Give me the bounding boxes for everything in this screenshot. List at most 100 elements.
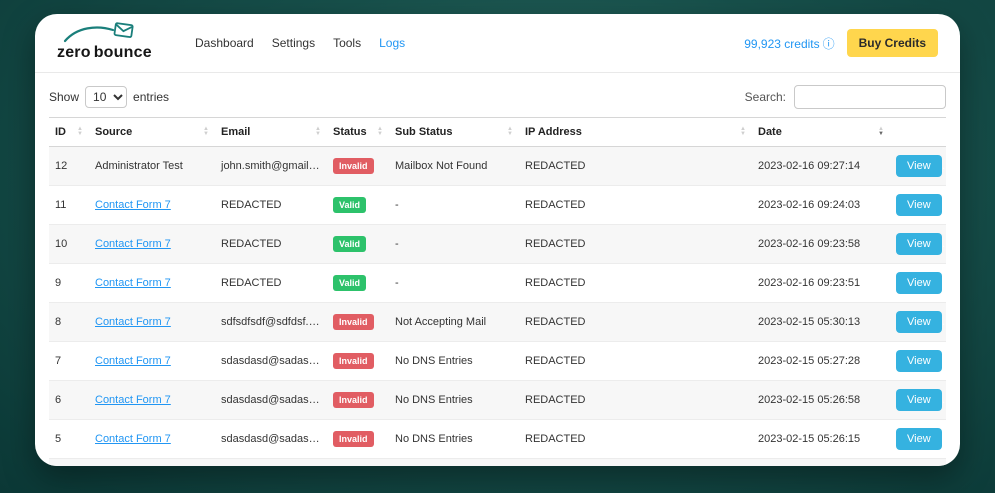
view-button[interactable]: View bbox=[896, 311, 942, 333]
cell-date: 2023-02-15 05:27:28 bbox=[752, 341, 890, 381]
column-label-date: Date bbox=[758, 126, 782, 138]
view-button[interactable]: View bbox=[896, 428, 942, 450]
table-row: 7 Contact Form 7 sdasdasd@sadasdasd.com Inv… bbox=[49, 341, 946, 381]
nav-item-dashboard[interactable]: Dashboard bbox=[195, 36, 254, 50]
cell-id: 8 bbox=[49, 302, 89, 342]
cell-date: 2023-02-15 05:26:58 bbox=[752, 380, 890, 420]
cell-status: Invalid bbox=[327, 146, 389, 186]
source-link[interactable]: Contact Form 7 bbox=[95, 277, 171, 289]
table-header-row: ID Source Email Status Sub Status IP Address D… bbox=[49, 117, 946, 147]
cell-source: Contact Form 7 bbox=[89, 185, 215, 225]
page-size-select[interactable]: 10 bbox=[85, 86, 128, 108]
view-button[interactable]: View bbox=[896, 272, 942, 294]
cell-source: Contact Form 7 bbox=[89, 263, 215, 303]
status-badge: Valid bbox=[333, 275, 367, 291]
cell-email: REDACTED bbox=[215, 263, 327, 303]
cell-date: 2023-02-16 09:24:03 bbox=[752, 185, 890, 225]
cell-substatus: - bbox=[389, 224, 519, 264]
table-row: 9 Contact Form 7 REDACTED Valid - REDACTED 202… bbox=[49, 263, 946, 303]
view-button[interactable]: View bbox=[896, 389, 942, 411]
table-controls: Show 10 entries Search: bbox=[35, 73, 960, 117]
cell-substatus: Mailbox Not Found bbox=[389, 146, 519, 186]
cell-substatus: - bbox=[389, 185, 519, 225]
cell-email: sdasdasd@sadasdasd.com bbox=[215, 419, 327, 459]
cell-substatus: No DNS Entries bbox=[389, 419, 519, 459]
info-icon[interactable]: ⓘ bbox=[823, 37, 835, 51]
cell-email: REDACTED bbox=[215, 185, 327, 225]
source-link[interactable]: Contact Form 7 bbox=[95, 394, 171, 406]
search-control: Search: bbox=[745, 85, 946, 109]
column-header-source[interactable]: Source bbox=[89, 117, 215, 147]
cell-action: View bbox=[890, 302, 946, 342]
column-label-status: Status bbox=[333, 126, 367, 138]
table-body: 12 Administrator Test john.smith@gmail.com… bbox=[49, 146, 946, 466]
brand-zero: zero bbox=[57, 44, 91, 61]
cell-status: Invalid bbox=[327, 419, 389, 459]
sort-icon[interactable] bbox=[315, 127, 321, 137]
column-label-sub-status: Sub Status bbox=[395, 126, 453, 138]
source-link[interactable]: Contact Form 7 bbox=[95, 433, 171, 445]
cell-action: View bbox=[890, 419, 946, 459]
cell-substatus: Not Accepting Mail bbox=[389, 302, 519, 342]
table-row: 10 Contact Form 7 REDACTED Valid - REDACTED 20… bbox=[49, 224, 946, 264]
show-label: Show bbox=[49, 90, 80, 104]
table-row: 8 Contact Form 7 sdfsdfsdf@sdfdsf.com Inval… bbox=[49, 302, 946, 342]
cell-id: 4 bbox=[49, 458, 89, 466]
cell-email: sdasdasd@sadasdasd.com bbox=[215, 458, 327, 466]
cell-id: 11 bbox=[49, 185, 89, 225]
cell-date: 2023-02-16 09:23:51 bbox=[752, 263, 890, 303]
sort-icon[interactable] bbox=[740, 127, 746, 137]
cell-source: Contact Form 7 bbox=[89, 458, 215, 466]
cell-ip: REDACTED bbox=[519, 341, 752, 381]
topbar-right: 99,923 credits ⓘ Buy Credits bbox=[744, 29, 938, 57]
view-button[interactable]: View bbox=[896, 194, 942, 216]
view-button[interactable]: View bbox=[896, 233, 942, 255]
cell-substatus: No DNS Entries bbox=[389, 458, 519, 466]
sort-icon[interactable] bbox=[507, 127, 513, 137]
logs-table-wrap: ID Source Email Status Sub Status IP Address D… bbox=[35, 117, 960, 466]
status-badge: Invalid bbox=[333, 353, 374, 369]
main-nav: Dashboard Settings Tools Logs bbox=[195, 36, 405, 50]
cell-action: View bbox=[890, 146, 946, 186]
cell-ip: REDACTED bbox=[519, 263, 752, 303]
column-header-status[interactable]: Status bbox=[327, 117, 389, 147]
column-header-ip-address[interactable]: IP Address bbox=[519, 117, 752, 147]
cell-id: 9 bbox=[49, 263, 89, 303]
column-header-email[interactable]: Email bbox=[215, 117, 327, 147]
status-badge: Valid bbox=[333, 236, 367, 252]
source-link[interactable]: Contact Form 7 bbox=[95, 316, 171, 328]
table-row: 12 Administrator Test john.smith@gmail.com… bbox=[49, 146, 946, 186]
page-size-control: Show 10 entries bbox=[49, 86, 169, 108]
sort-icon[interactable] bbox=[203, 127, 209, 137]
table-row: 5 Contact Form 7 sdasdasd@sadasdasd.com Inv… bbox=[49, 419, 946, 459]
sort-icon[interactable] bbox=[77, 127, 83, 137]
cell-source: Contact Form 7 bbox=[89, 302, 215, 342]
cell-email: sdfsdfsdf@sdfdsf.com bbox=[215, 302, 327, 342]
brand-logo[interactable]: zero bounce bbox=[57, 21, 169, 65]
column-label-source: Source bbox=[95, 126, 133, 138]
cell-source: Contact Form 7 bbox=[89, 419, 215, 459]
cell-ip: REDACTED bbox=[519, 302, 752, 342]
view-button[interactable]: View bbox=[896, 155, 942, 177]
source-link[interactable]: Contact Form 7 bbox=[95, 238, 171, 250]
cell-action: View bbox=[890, 224, 946, 264]
nav-item-tools[interactable]: Tools bbox=[333, 36, 361, 50]
cell-ip: REDACTED bbox=[519, 458, 752, 466]
source-link[interactable]: Contact Form 7 bbox=[95, 355, 171, 367]
cell-status: Invalid bbox=[327, 341, 389, 381]
search-label: Search: bbox=[744, 90, 786, 104]
view-button[interactable]: View bbox=[896, 350, 942, 372]
cell-date: 2023-02-15 05:26:15 bbox=[752, 419, 890, 459]
buy-credits-button[interactable]: Buy Credits bbox=[846, 29, 938, 57]
source-link[interactable]: Contact Form 7 bbox=[95, 199, 171, 211]
nav-item-logs[interactable]: Logs bbox=[379, 36, 405, 50]
nav-item-settings[interactable]: Settings bbox=[272, 36, 315, 50]
sort-icon[interactable] bbox=[878, 127, 884, 137]
column-header-sub-status[interactable]: Sub Status bbox=[389, 117, 519, 147]
cell-ip: REDACTED bbox=[519, 419, 752, 459]
column-header-id[interactable]: ID bbox=[49, 117, 89, 147]
column-header-date[interactable]: Date bbox=[752, 117, 890, 147]
search-input[interactable] bbox=[794, 85, 946, 109]
sort-icon[interactable] bbox=[377, 127, 383, 137]
cell-action: View bbox=[890, 458, 946, 466]
